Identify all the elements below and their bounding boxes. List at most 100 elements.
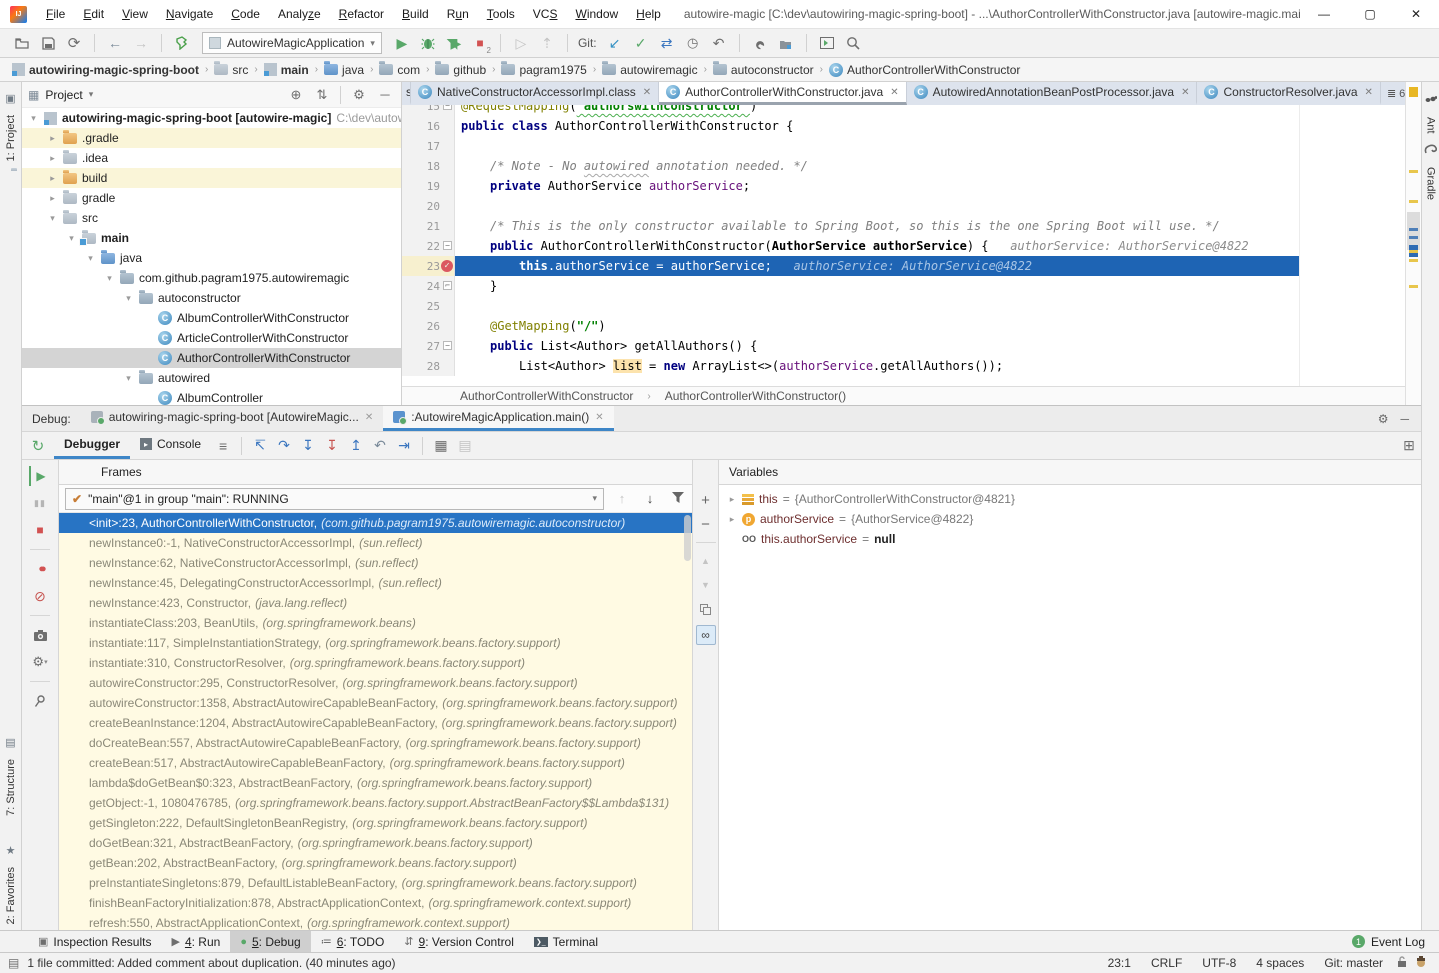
step-over-icon[interactable]: ↷ bbox=[272, 434, 296, 458]
git-commit-icon[interactable]: ✓ bbox=[629, 31, 653, 55]
status-message-icon[interactable]: ▤ bbox=[8, 956, 19, 970]
menu-code[interactable]: Code bbox=[222, 0, 269, 28]
event-log-button[interactable]: 1Event Log bbox=[1338, 931, 1439, 952]
debugger-settings-icon[interactable]: ⚙▾ bbox=[29, 652, 51, 672]
forward-icon[interactable]: → bbox=[129, 31, 153, 55]
variable-row[interactable]: ▸this={AuthorControllerWithConstructor@4… bbox=[719, 489, 1421, 509]
stack-frame[interactable]: preInstantiateSingletons:879, DefaultLis… bbox=[59, 873, 692, 893]
indent[interactable]: 4 spaces bbox=[1246, 956, 1314, 970]
run-configuration-select[interactable]: AutowireMagicApplication ▾ bbox=[202, 32, 382, 54]
editor-gutter[interactable]: 24⌐ bbox=[402, 276, 455, 296]
breadcrumb-item[interactable]: java bbox=[324, 63, 364, 77]
close-icon[interactable]: ✕ bbox=[1365, 87, 1373, 98]
chevron-open-icon[interactable]: ▾ bbox=[123, 373, 134, 384]
breadcrumb-class[interactable]: AuthorControllerWithConstructor bbox=[460, 389, 633, 403]
force-step-into-icon[interactable]: ↧ bbox=[320, 434, 344, 458]
move-down-icon[interactable]: ▼ bbox=[697, 577, 715, 593]
hide-panel-icon[interactable]: ─ bbox=[1400, 412, 1409, 426]
chevron-open-icon[interactable]: ▾ bbox=[104, 273, 115, 284]
chevron-open-icon[interactable]: ▾ bbox=[66, 233, 77, 244]
editor-gutter[interactable]: 27− bbox=[402, 336, 455, 356]
debug-icon[interactable] bbox=[416, 31, 440, 55]
menu-help[interactable]: Help bbox=[627, 0, 670, 28]
run-with-coverage-icon[interactable]: ◥▶ bbox=[442, 31, 466, 55]
stack-frame[interactable]: getObject:-1, 1080476785,(org.springfram… bbox=[59, 793, 692, 813]
tree-row[interactable]: ▾autowired bbox=[22, 368, 401, 388]
editor-gutter[interactable]: 26 bbox=[402, 316, 455, 336]
chevron-open-icon[interactable]: ▾ bbox=[123, 293, 134, 304]
menu-view[interactable]: View bbox=[113, 0, 157, 28]
menu-vcs[interactable]: VCS bbox=[524, 0, 567, 28]
collapse-all-icon[interactable]: ⇅ bbox=[312, 87, 332, 103]
breadcrumb-item[interactable]: src bbox=[214, 63, 248, 77]
breadcrumb-method[interactable]: AuthorControllerWithConstructor() bbox=[665, 389, 846, 403]
run-to-cursor-icon[interactable]: ⇥ bbox=[392, 434, 416, 458]
locate-file-icon[interactable]: ⊕ bbox=[286, 87, 306, 103]
stack-frame[interactable]: autowireConstructor:1358, AbstractAutowi… bbox=[59, 693, 692, 713]
fold-marker-icon[interactable]: − bbox=[443, 105, 452, 110]
chevron-closed-icon[interactable]: ▸ bbox=[47, 153, 58, 164]
breadcrumb-item[interactable]: autoconstructor bbox=[713, 63, 814, 77]
frames-scrollbar[interactable] bbox=[684, 515, 691, 561]
gear-icon[interactable]: ⚙ bbox=[1378, 412, 1389, 426]
menu-refactor[interactable]: Refactor bbox=[330, 0, 393, 28]
menu-navigate[interactable]: Navigate bbox=[157, 0, 222, 28]
error-stripe[interactable] bbox=[1405, 82, 1421, 405]
chevron-open-icon[interactable]: ▾ bbox=[28, 113, 39, 124]
chevron-down-icon[interactable]: ▾ bbox=[89, 89, 94, 100]
stack-frame[interactable]: refresh:550, AbstractApplicationContext,… bbox=[59, 913, 692, 930]
stack-frame[interactable]: newInstance:45, DelegatingConstructorAcc… bbox=[59, 573, 692, 593]
tree-row[interactable]: ▸.gradle bbox=[22, 128, 401, 148]
tree-row[interactable]: ▾src bbox=[22, 208, 401, 228]
editor-gutter[interactable]: 15− bbox=[402, 105, 455, 116]
editor-tab[interactable]: s✕ bbox=[402, 82, 411, 105]
show-execution-point-icon[interactable]: ↸ bbox=[248, 434, 272, 458]
minimize-button[interactable]: — bbox=[1301, 0, 1347, 28]
breadcrumb-item[interactable]: autowiring-magic-spring-boot bbox=[12, 63, 199, 77]
stack-frame[interactable]: newInstance0:-1, NativeConstructorAccess… bbox=[59, 533, 692, 553]
project-panel-title[interactable]: Project bbox=[45, 88, 82, 102]
profile-icon[interactable]: ▷ bbox=[509, 31, 533, 55]
build-hammer-icon[interactable] bbox=[170, 31, 194, 55]
editor-gutter[interactable]: 20 bbox=[402, 196, 455, 216]
show-watches-icon[interactable]: ∞ bbox=[696, 625, 716, 645]
stop-icon[interactable]: ■2 bbox=[468, 31, 492, 55]
search-everywhere-icon[interactable] bbox=[841, 31, 865, 55]
line-separator[interactable]: CRLF bbox=[1141, 956, 1192, 970]
back-icon[interactable]: ← bbox=[103, 31, 127, 55]
tool-window-button-9-version-control[interactable]: ⇵9: Version Control bbox=[394, 931, 524, 952]
project-structure-icon[interactable] bbox=[774, 31, 798, 55]
step-into-icon[interactable]: ↧ bbox=[296, 434, 320, 458]
chevron-closed-icon[interactable]: ▸ bbox=[47, 173, 58, 184]
stack-frame[interactable]: doGetBean:321, AbstractBeanFactory,(org.… bbox=[59, 833, 692, 853]
evaluate-expression-icon[interactable]: ▦ bbox=[429, 434, 453, 458]
stack-frame[interactable]: doCreateBean:557, AbstractAutowireCapabl… bbox=[59, 733, 692, 753]
tree-row[interactable]: CAuthorControllerWithConstructor bbox=[22, 348, 401, 368]
step-out-icon[interactable]: ↥ bbox=[344, 434, 368, 458]
close-icon[interactable]: ✕ bbox=[1181, 87, 1189, 98]
view-tab-debugger[interactable]: Debugger bbox=[54, 432, 130, 459]
git-branch[interactable]: Git: master bbox=[1314, 956, 1393, 970]
menu-run[interactable]: Run bbox=[438, 0, 478, 28]
code-editor[interactable]: 15−@RequestMapping("authorswithconstruct… bbox=[402, 105, 1405, 386]
tool-window-button-inspection-results[interactable]: ▣Inspection Results bbox=[28, 931, 161, 952]
tool-window-button-gradle[interactable]: Gradle bbox=[1425, 167, 1437, 200]
tree-row[interactable]: ▸.idea bbox=[22, 148, 401, 168]
fold-marker-icon[interactable]: ⌐ bbox=[443, 281, 452, 290]
menu-analyze[interactable]: Analyze bbox=[269, 0, 330, 28]
history-icon[interactable]: ◷ bbox=[681, 31, 705, 55]
stack-frame[interactable]: autowireConstructor:295, ConstructorReso… bbox=[59, 673, 692, 693]
tree-row[interactable]: ▾autowiring-magic-spring-boot [autowire-… bbox=[22, 108, 401, 128]
tree-row[interactable]: CAlbumControllerWithConstructor bbox=[22, 308, 401, 328]
tree-row[interactable]: ▾autoconstructor bbox=[22, 288, 401, 308]
menu-edit[interactable]: Edit bbox=[74, 0, 113, 28]
thread-dropdown[interactable]: ✔ "main"@1 in group "main": RUNNING ▾ bbox=[65, 488, 604, 510]
close-icon[interactable]: ✕ bbox=[890, 87, 898, 98]
tree-row[interactable]: ▾com.github.pagram1975.autowiremagic bbox=[22, 268, 401, 288]
editor-gutter[interactable]: 18 bbox=[402, 156, 455, 176]
stack-frame[interactable]: finishBeanFactoryInitialization:878, Abs… bbox=[59, 893, 692, 913]
breadcrumb-item[interactable]: pagram1975 bbox=[501, 63, 586, 77]
hide-panel-icon[interactable]: ─ bbox=[375, 87, 395, 102]
breakpoint-icon[interactable]: ✓ bbox=[441, 260, 453, 272]
encoding[interactable]: UTF-8 bbox=[1192, 956, 1246, 970]
